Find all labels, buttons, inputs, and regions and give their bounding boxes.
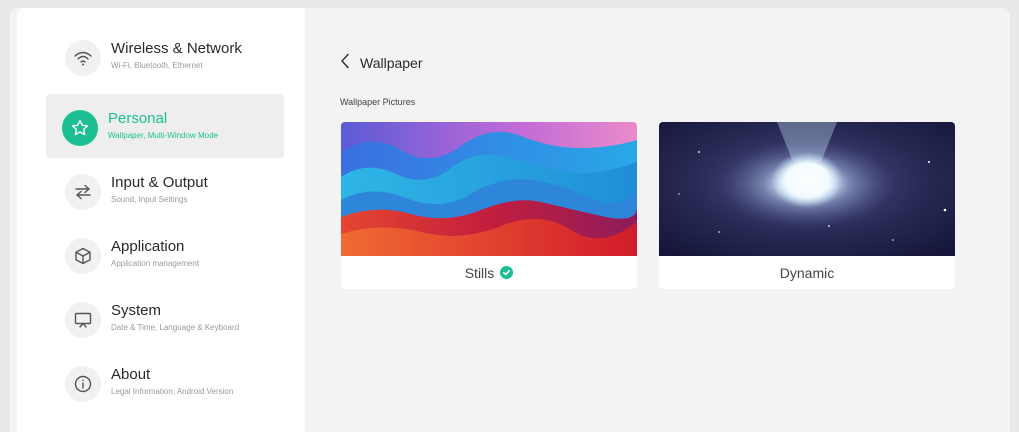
sidebar-item-personal[interactable]: Personal Wallpaper, Multi-Window Mode [46, 94, 284, 158]
sidebar-item-title: System [111, 302, 162, 319]
sidebar-item-subtitle: Wi-Fi, Bluetooth, Ethernet [111, 61, 203, 70]
card-label: Dynamic [659, 256, 955, 289]
card-label-text: Dynamic [779, 264, 835, 281]
sidebar-item-title: Personal [108, 110, 168, 127]
info-icon [65, 366, 101, 402]
section-label: Wallpaper Pictures [340, 97, 416, 107]
sidebar-item-system[interactable]: System Date & Time, Language & Keyboard [29, 286, 269, 350]
sidebar-item-input-output[interactable]: Input & Output Sound, Input Settings [29, 158, 269, 222]
sidebar-item-subtitle: Legal Information, Android Version [111, 387, 234, 396]
dynamic-wallpaper-thumbnail [659, 122, 955, 256]
sidebar-item-subtitle: Wallpaper, Multi-Window Mode [108, 131, 218, 140]
sidebar-item-title: Input & Output [111, 174, 208, 191]
sidebar-item-subtitle: Sound, Input Settings [111, 195, 188, 204]
sidebar-item-wireless-network[interactable]: Wireless & Network Wi-Fi, Bluetooth, Eth… [29, 24, 269, 88]
back-button[interactable]: Wallpaper [340, 52, 450, 74]
sidebar-item-title: Wireless & Network [111, 40, 242, 57]
sidebar-item-application[interactable]: Application Application management [29, 222, 269, 286]
page-title: Wallpaper [360, 55, 423, 71]
cube-icon [65, 238, 101, 274]
monitor-icon [65, 302, 101, 338]
wifi-icon [65, 40, 101, 76]
sidebar-item-title: About [111, 366, 151, 383]
stills-wallpaper-thumbnail [341, 122, 637, 256]
check-icon [500, 266, 514, 279]
sidebar-item-title: Application [111, 238, 185, 255]
chevron-left-icon [340, 53, 350, 74]
card-label-text: Stills [464, 264, 495, 281]
star-icon [62, 110, 98, 146]
sidebar-item-about[interactable]: About Legal Information, Android Version [29, 350, 269, 414]
swap-arrows-icon [65, 174, 101, 210]
sidebar-item-subtitle: Date & Time, Language & Keyboard [111, 323, 240, 332]
wallpaper-card-dynamic[interactable]: Dynamic [659, 122, 955, 289]
card-label: Stills [341, 256, 637, 289]
wallpaper-card-stills[interactable]: Stills [341, 122, 637, 289]
sidebar-item-subtitle: Application management [111, 259, 200, 268]
